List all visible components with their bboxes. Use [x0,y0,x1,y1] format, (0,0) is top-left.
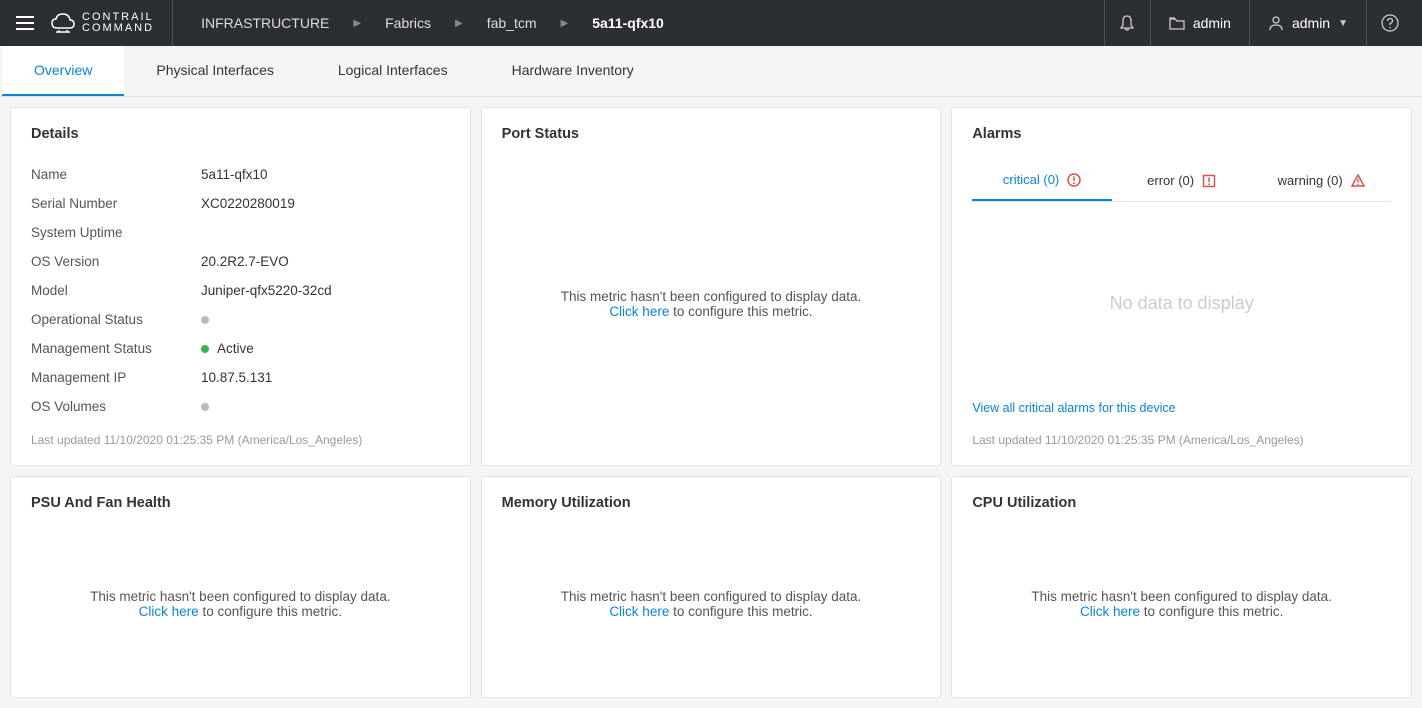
user-menu[interactable]: admin ▼ [1249,0,1366,46]
details-title: Details [31,126,450,142]
chevron-right-icon: ▶ [561,18,569,29]
critical-icon [1067,173,1081,187]
psu-card: PSU And Fan Health This metric hasn't be… [10,476,471,698]
port-status-card: Port Status This metric hasn't been conf… [481,107,942,466]
port-status-title: Port Status [502,126,921,142]
configure-link[interactable]: Click here [1080,604,1140,619]
alarms-card: Alarms critical (0) error (0) warning (0… [951,107,1412,466]
help-icon [1381,14,1399,32]
configure-link[interactable]: Click here [139,604,199,619]
breadcrumb-fab[interactable]: fab_tcm [487,15,537,31]
cpu-empty: This metric hasn't been configured to di… [972,529,1391,679]
menu-toggle[interactable] [10,0,40,46]
top-header: CONTRAIL COMMAND INFRASTRUCTURE ▶ Fabric… [0,0,1422,46]
hamburger-icon [16,16,34,30]
metric-msg: This metric hasn't been configured to di… [1031,589,1332,604]
detail-row: ModelJuniper-qfx5220-32cd [31,276,450,305]
metric-msg: This metric hasn't been configured to di… [561,289,862,304]
notifications-button[interactable] [1104,0,1150,46]
tab-logical-interfaces[interactable]: Logical Interfaces [306,46,480,96]
memory-empty: This metric hasn't been configured to di… [502,529,921,679]
configure-link[interactable]: Click here [609,304,669,319]
error-icon [1202,174,1216,188]
view-all-alarms-link[interactable]: View all critical alarms for this device [972,395,1391,421]
alarm-tab-error[interactable]: error (0) [1112,160,1252,201]
port-status-empty: This metric hasn't been configured to di… [502,160,921,447]
tab-overview[interactable]: Overview [2,46,124,96]
details-last-updated: Last updated 11/10/2020 01:25:35 PM (Ame… [31,421,450,447]
breadcrumb-current: 5a11-qfx10 [592,15,664,31]
cpu-title: CPU Utilization [972,495,1391,511]
device-tabs: Overview Physical Interfaces Logical Int… [0,46,1422,97]
configure-link[interactable]: Click here [609,604,669,619]
product-logo[interactable]: CONTRAIL COMMAND [40,0,173,46]
details-card: Details Name5a11-qfx10 Serial NumberXC02… [10,107,471,466]
logo-text-bottom: COMMAND [82,23,154,34]
header-right: admin admin ▼ [1104,0,1412,46]
user-name: admin [1292,15,1330,31]
tenant-name: admin [1193,15,1231,31]
breadcrumb-infrastructure[interactable]: INFRASTRUCTURE [201,15,329,31]
metric-msg: This metric hasn't been configured to di… [90,589,391,604]
detail-row: Management StatusActive [31,334,450,363]
user-icon [1268,15,1284,31]
chevron-down-icon: ▼ [1338,18,1348,29]
help-button[interactable] [1366,0,1412,46]
tab-physical-interfaces[interactable]: Physical Interfaces [124,46,306,96]
cpu-card: CPU Utilization This metric hasn't been … [951,476,1412,698]
detail-row: Serial NumberXC0220280019 [31,189,450,218]
detail-row: Operational Status [31,305,450,334]
chevron-right-icon: ▶ [353,18,361,29]
alarm-tab-critical[interactable]: critical (0) [972,160,1112,201]
detail-row: OS Version20.2R2.7-EVO [31,247,450,276]
alarm-tabs: critical (0) error (0) warning (0) [972,160,1391,202]
breadcrumb-fabrics[interactable]: Fabrics [385,15,431,31]
alarms-title: Alarms [972,126,1391,142]
details-body: Name5a11-qfx10 Serial NumberXC0220280019… [31,160,450,421]
warning-icon [1351,174,1365,188]
alarms-last-updated: Last updated 11/10/2020 01:25:35 PM (Ame… [972,421,1391,447]
detail-row: Management IP10.87.5.131 [31,363,450,392]
alarm-tab-warning[interactable]: warning (0) [1251,160,1391,201]
cloud-icon [50,12,76,34]
status-dot [201,403,209,411]
status-dot [201,345,209,353]
memory-card: Memory Utilization This metric hasn't be… [481,476,942,698]
alarms-body: No data to display [972,212,1391,395]
detail-row: Name5a11-qfx10 [31,160,450,189]
tenant-selector[interactable]: admin [1150,0,1249,46]
detail-row: System Uptime [31,218,450,247]
overview-grid: Details Name5a11-qfx10 Serial NumberXC02… [0,97,1422,708]
psu-empty: This metric hasn't been configured to di… [31,529,450,679]
chevron-right-icon: ▶ [455,18,463,29]
bell-icon [1118,14,1136,32]
folder-icon [1169,15,1185,31]
memory-title: Memory Utilization [502,495,921,511]
metric-msg: This metric hasn't been configured to di… [561,589,862,604]
status-dot [201,316,209,324]
psu-title: PSU And Fan Health [31,495,450,511]
tab-hardware-inventory[interactable]: Hardware Inventory [480,46,666,96]
detail-row: OS Volumes [31,392,450,421]
breadcrumb: INFRASTRUCTURE ▶ Fabrics ▶ fab_tcm ▶ 5a1… [173,15,664,31]
